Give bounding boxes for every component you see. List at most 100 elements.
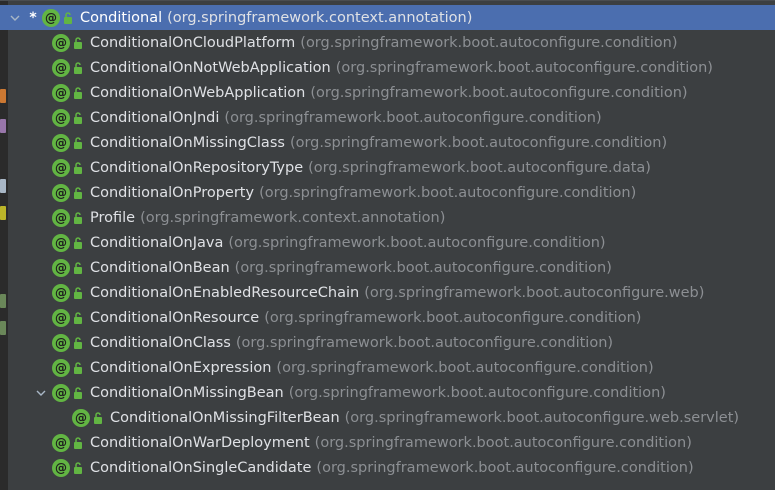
tree-item[interactable]: @ ConditionalOnResource (org.springframewo… <box>8 305 775 330</box>
class-name: ConditionalOnSingleCandidate <box>90 459 312 476</box>
gutter-marker <box>0 89 6 103</box>
annotation-icon: @ <box>52 383 70 402</box>
package-name: (org.springframework.boot.autoconfigure.… <box>234 259 612 276</box>
tree-item[interactable]: @ ConditionalOnExpression (org.springframe… <box>8 355 775 380</box>
class-name: ConditionalOnEnabledResourceChain <box>90 284 360 301</box>
package-name: (org.springframework.boot.autoconfigure.… <box>264 309 642 326</box>
lock-icon <box>72 161 84 175</box>
annotation-icon: @ <box>52 58 70 77</box>
gutter-marker <box>0 119 6 133</box>
class-name: ConditionalOnMissingFilterBean <box>110 409 340 426</box>
tree-item[interactable]: @ ConditionalOnMissingClass (org.springfra… <box>8 130 775 155</box>
annotation-icon: @ <box>52 258 70 277</box>
annotation-icon: @ <box>72 408 90 427</box>
class-name: ConditionalOnCloudPlatform <box>90 34 296 51</box>
package-name: (org.springframework.boot.autoconfigure.… <box>288 384 666 401</box>
lock-icon <box>72 311 84 325</box>
lock-icon <box>72 86 84 100</box>
class-name: ConditionalOnRepositoryType <box>90 159 304 176</box>
class-name: ConditionalOnJndi <box>90 109 220 126</box>
tree-item[interactable]: @ ConditionalOnJava (org.springframework.b… <box>8 230 775 255</box>
gutter-marker <box>0 206 6 220</box>
annotation-icon: @ <box>52 233 70 252</box>
lock-icon <box>72 436 84 450</box>
tree-item[interactable]: @ ConditionalOnEnabledResourceChain (org.s… <box>8 280 775 305</box>
lock-icon <box>72 236 84 250</box>
annotation-icon: @ <box>52 458 70 477</box>
package-name: (org.springframework.boot.autoconfigure.… <box>228 234 606 251</box>
tree-item[interactable]: @ ConditionalOnWebApplication (org.springf… <box>8 80 775 105</box>
class-name: ConditionalOnWebApplication <box>90 84 306 101</box>
lock-icon <box>72 111 84 125</box>
class-name: ConditionalOnClass <box>90 334 231 351</box>
annotation-icon: @ <box>52 358 70 377</box>
tree-root-conditional[interactable]: * @ Conditional (org.springframework.contex… <box>0 5 775 30</box>
package-name: (org.springframework.context.annotation) <box>140 209 446 226</box>
package-name: (org.springframework.boot.autoconfigure.… <box>344 409 740 426</box>
chevron-down-icon[interactable] <box>34 386 48 400</box>
package-name: (org.springframework.boot.autoconfigure.… <box>276 359 654 376</box>
tree-item[interactable]: @ ConditionalOnProperty (org.springframewo… <box>8 180 775 205</box>
tree-item[interactable]: @ ConditionalOnRepositoryType (org.springf… <box>8 155 775 180</box>
annotation-icon: @ <box>52 108 70 127</box>
gutter-marker <box>0 294 6 308</box>
tree-item[interactable]: @ ConditionalOnNotWebApplication (org.spri… <box>8 55 775 80</box>
lock-icon <box>72 361 84 375</box>
class-name: ConditionalOnBean <box>90 259 230 276</box>
class-name: ConditionalOnMissingClass <box>90 134 285 151</box>
package-name: (org.springframework.boot.autoconfigure.… <box>308 159 651 176</box>
current-marker: * <box>29 9 37 26</box>
gutter-marker <box>0 179 6 193</box>
annotation-icon: @ <box>52 33 70 52</box>
package-name: (org.springframework.boot.autoconfigure.… <box>316 459 694 476</box>
gutter-marker <box>0 321 6 335</box>
lock-icon <box>72 261 84 275</box>
tree-item[interactable]: @ ConditionalOnBean (org.springframework.b… <box>8 255 775 280</box>
class-name: ConditionalOnExpression <box>90 359 272 376</box>
lock-icon <box>72 186 84 200</box>
lock-icon <box>72 36 84 50</box>
annotation-icon: @ <box>42 8 60 27</box>
package-name: (org.springframework.boot.autoconfigure.… <box>364 284 705 301</box>
class-name: ConditionalOnJava <box>90 234 224 251</box>
tree-item[interactable]: @ ConditionalOnWarDeployment (org.springfr… <box>8 430 775 455</box>
tree-item[interactable]: @ ConditionalOnMissingFilterBean (org.spri… <box>8 405 775 430</box>
tree-item[interactable]: @ ConditionalOnCloudPlatform (org.springfr… <box>8 30 775 55</box>
lock-icon <box>72 211 84 225</box>
chevron-down-icon[interactable] <box>8 11 22 25</box>
class-name: ConditionalOnWarDeployment <box>90 434 310 451</box>
type-hierarchy-panel: * @ Conditional (org.springframework.contex… <box>0 0 775 490</box>
tree-item[interactable]: @ ConditionalOnSingleCandidate (org.spring… <box>8 455 775 480</box>
tree-item[interactable]: @ ConditionalOnMissingBean (org.springfram… <box>8 380 775 405</box>
annotation-icon: @ <box>52 433 70 452</box>
tree-item[interactable]: @ ConditionalOnClass (org.springframework.… <box>8 330 775 355</box>
hierarchy-tree[interactable]: * @ Conditional (org.springframework.contex… <box>0 5 775 480</box>
lock-icon <box>72 61 84 75</box>
package-name: (org.springframework.boot.autoconfigure.… <box>300 34 678 51</box>
tree-item[interactable]: @ Profile (org.springframework.context.ann… <box>8 205 775 230</box>
annotation-icon: @ <box>52 83 70 102</box>
annotation-icon: @ <box>52 183 70 202</box>
annotation-icon: @ <box>52 308 70 327</box>
class-name: ConditionalOnNotWebApplication <box>90 59 331 76</box>
annotation-icon: @ <box>52 158 70 177</box>
lock-icon <box>72 461 84 475</box>
package-name: (org.springframework.boot.autoconfigure.… <box>314 434 692 451</box>
tree-item[interactable]: @ ConditionalOnJndi (org.springframework.b… <box>8 105 775 130</box>
lock-icon <box>72 386 84 400</box>
